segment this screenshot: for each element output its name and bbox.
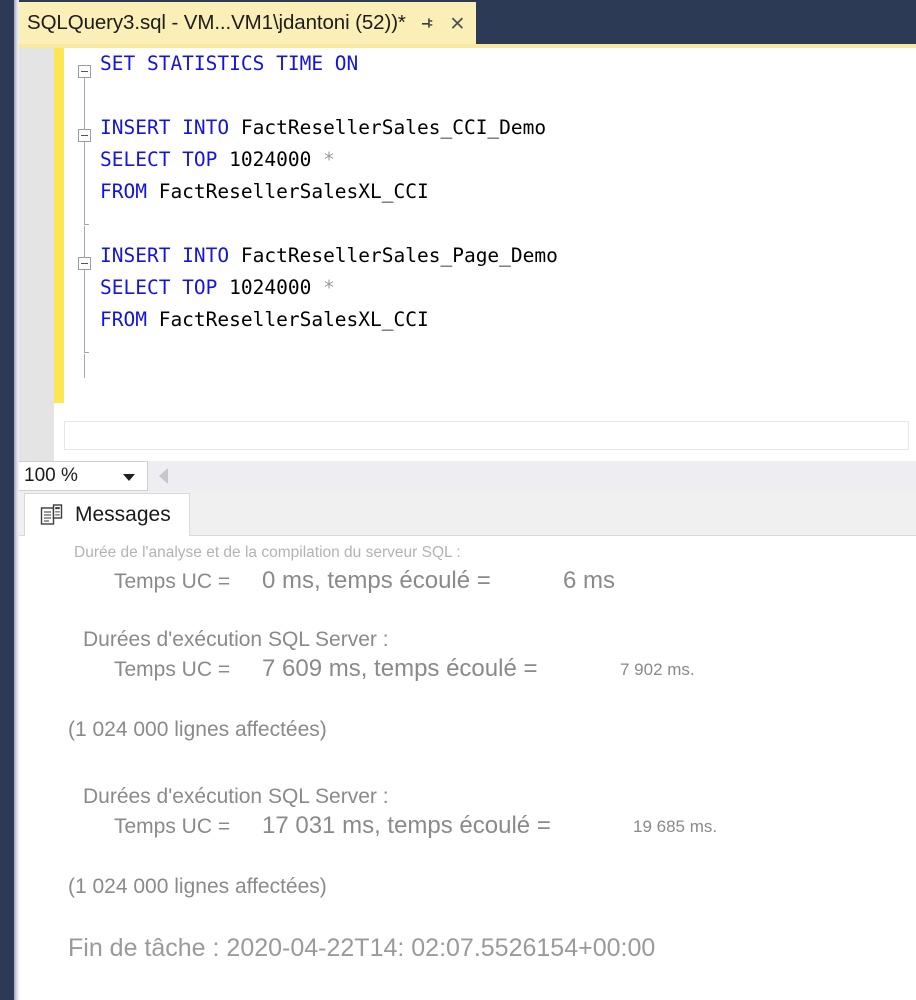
code-token: 1024000 (229, 276, 324, 299)
compile-elapsed: 6 ms (563, 567, 616, 594)
code-line: SELECT TOP 1024000 * (100, 272, 558, 304)
fold-bracket-3-foot (84, 352, 89, 353)
sql-editor[interactable]: SET STATISTICS TIME ON INSERT INTO FactR… (19, 48, 916, 461)
messages-output[interactable]: Durée de l'analyse et de la compilation … (19, 536, 916, 1000)
fold-bracket-3 (84, 270, 85, 352)
code-line: SELECT TOP 1024000 * (100, 144, 558, 176)
exec2-cpu: Temps UC = (114, 815, 231, 838)
exec1-elapsed: 7 902 ms. (620, 660, 695, 679)
tab-strip-underline (0, 44, 916, 48)
code-token: INSERT INTO (100, 116, 241, 139)
code-token: FROM (100, 180, 159, 203)
code-token: * (323, 276, 335, 299)
fold-tail-line (84, 354, 85, 378)
pin-icon[interactable] (419, 15, 435, 31)
code-token: FactResellerSalesXL_CCI (158, 308, 429, 331)
code-token: 1024000 (229, 148, 324, 171)
rows2: (1 024 000 lignes affectées) (68, 875, 327, 898)
code-token: FactResellerSalesXL_CCI (158, 180, 429, 203)
tab-messages[interactable]: Messages (24, 493, 190, 536)
messages-grid-icon (40, 503, 64, 527)
fold-gap-line (84, 226, 85, 257)
splitter-left-arrow-icon[interactable] (159, 468, 168, 484)
document-tab-title: SQLQuery3.sql - VM...VM1\jdantoni (52))* (27, 11, 406, 34)
window-left-rail (0, 0, 14, 1000)
editor-status-strip: 100 % (14, 461, 916, 491)
outlining-column[interactable] (78, 56, 100, 396)
code-line: INSERT INTO FactResellerSales_CCI_Demo (100, 112, 558, 144)
fold-toggle-statement-3[interactable] (78, 257, 91, 270)
code-line: FROM FactResellerSalesXL_CCI (100, 176, 558, 208)
editor-change-bar (54, 48, 64, 403)
exec1-cpu: Temps UC = (114, 658, 231, 681)
exec1-cpu-val: 7 609 ms, temps écoulé = (262, 655, 538, 682)
exec2-cpu-val: 17 031 ms, temps écoulé = (262, 812, 551, 839)
close-icon[interactable] (449, 15, 466, 32)
code-line: FROM FactResellerSalesXL_CCI (100, 304, 558, 336)
zoom-level-combobox[interactable]: 100 % (14, 461, 148, 491)
code-line: SET STATISTICS TIME ON (100, 48, 558, 80)
exec2-header: Durées d'exécution SQL Server : (83, 785, 389, 808)
code-token: FactResellerSales_CCI_Demo (240, 116, 547, 139)
fold-bracket-2 (84, 142, 85, 224)
tab-messages-label: Messages (75, 503, 171, 526)
code-token: FactResellerSales_Page_Demo (240, 244, 558, 267)
code-text[interactable]: SET STATISTICS TIME ON INSERT INTO FactR… (100, 48, 558, 336)
window-left-rail-edge (14, 0, 19, 1000)
code-line: INSERT INTO FactResellerSales_Page_Demo (100, 240, 558, 272)
code-token: SELECT TOP (100, 148, 230, 171)
rows1: (1 024 000 lignes affectées) (68, 718, 327, 741)
results-pane: Messages Durée de l'analyse et de la com… (19, 491, 916, 1000)
code-token: * (323, 148, 335, 171)
chevron-down-icon[interactable] (123, 474, 135, 481)
exec2-elapsed: 19 685 ms. (633, 817, 718, 836)
fold-bracket-2-foot (84, 224, 89, 225)
compile-header: Durée de l'analyse et de la compilation … (74, 544, 461, 561)
editor-gutter (19, 48, 54, 461)
code-token: INSERT INTO (100, 244, 241, 267)
zoom-level-value: 100 % (24, 465, 78, 486)
code-token: SELECT TOP (100, 276, 230, 299)
compile-cpu-val: 0 ms, temps écoulé = (262, 567, 491, 594)
task-end: Fin de tâche : 2020-04-22T14: 02:07.5526… (68, 934, 656, 962)
fold-toggle-statement-2[interactable] (78, 129, 91, 142)
fold-toggle-statement-1[interactable] (78, 65, 91, 78)
fold-bracket-1 (84, 78, 85, 129)
code-surface[interactable]: SET STATISTICS TIME ON INSERT INTO FactR… (64, 48, 916, 461)
code-token: SET STATISTICS TIME ON (100, 52, 359, 75)
exec1-header: Durées d'exécution SQL Server : (83, 628, 389, 651)
code-token: FROM (100, 308, 159, 331)
document-tab-sqlquery3[interactable]: SQLQuery3.sql - VM...VM1\jdantoni (52))* (14, 2, 476, 44)
editor-horizontal-scrollbar[interactable] (64, 421, 909, 450)
compile-cpu: Temps UC = (114, 570, 231, 593)
